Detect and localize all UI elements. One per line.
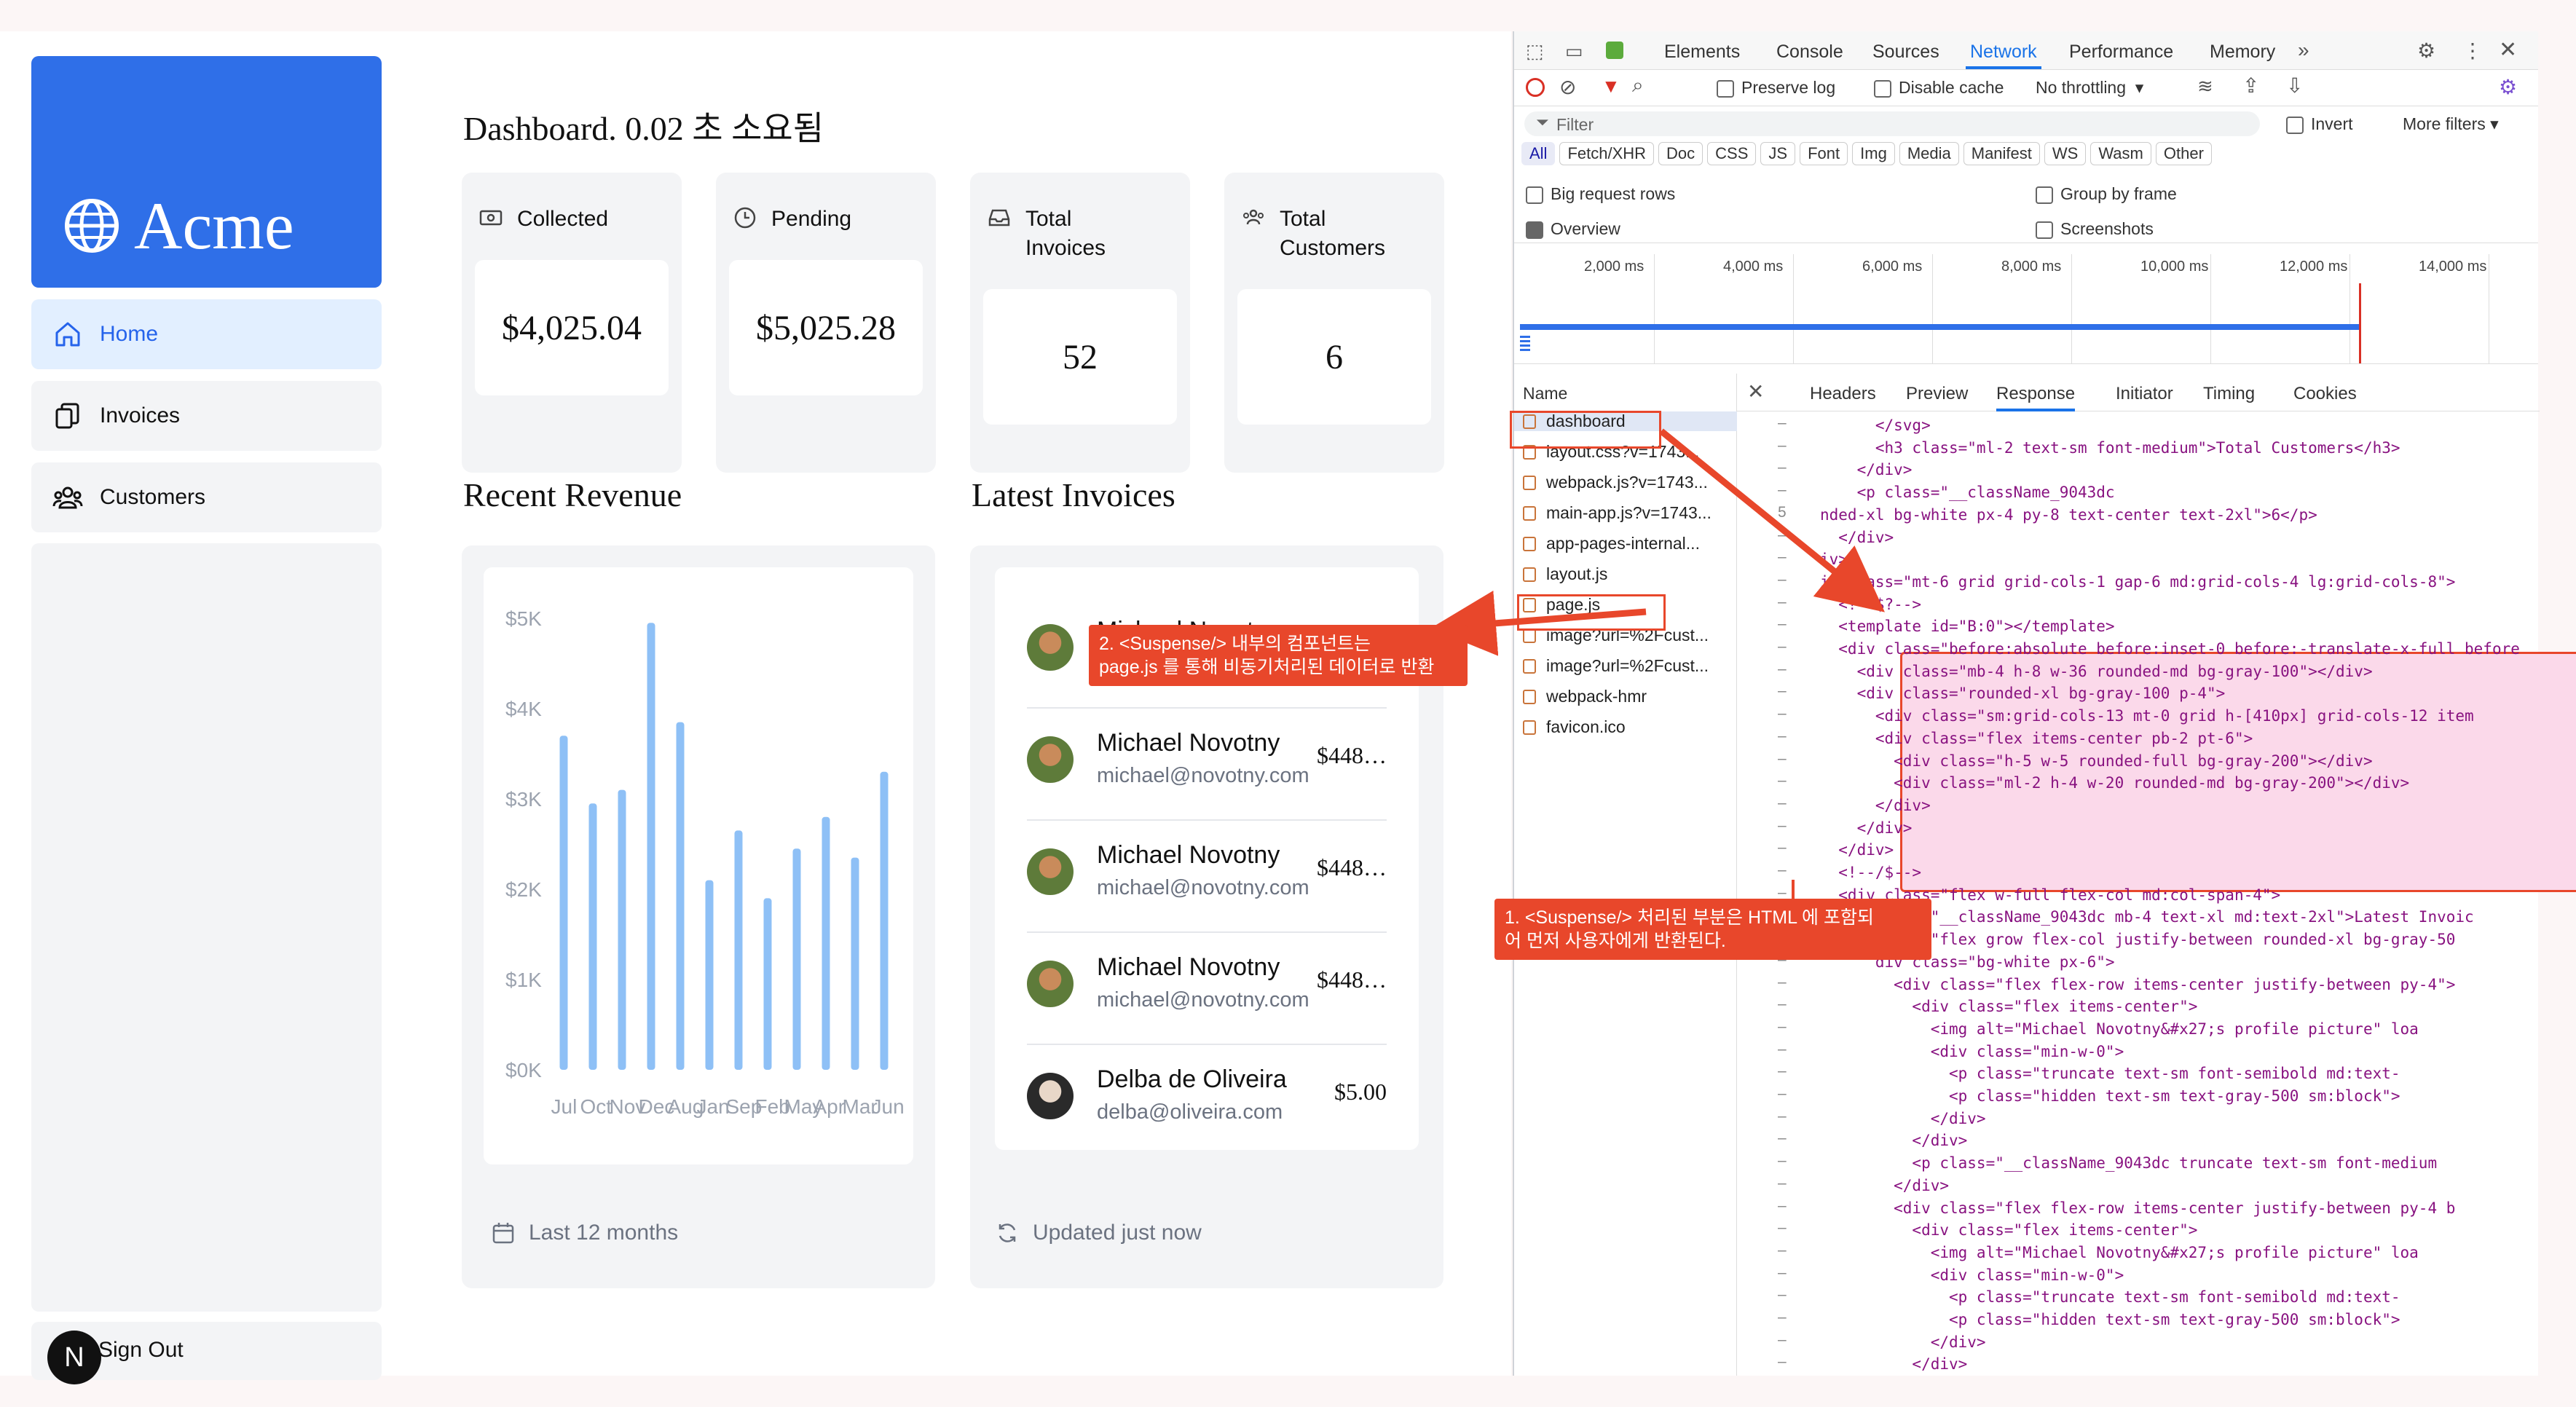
annotation-suspense-async: 2. <Suspense/> 내부의 컴포넌트는 page.js 를 통해 비동… [1089, 625, 1468, 686]
annotation-arrows [1430, 428, 1885, 902]
arrow-page-js-to-note [1430, 590, 1647, 656]
arrow-dashboard-to-response [1659, 428, 1885, 612]
annotation-suspense-html: 1. <Suspense/> 처리된 부분은 HTML 에 포함되 어 먼저 사… [1494, 899, 1931, 960]
